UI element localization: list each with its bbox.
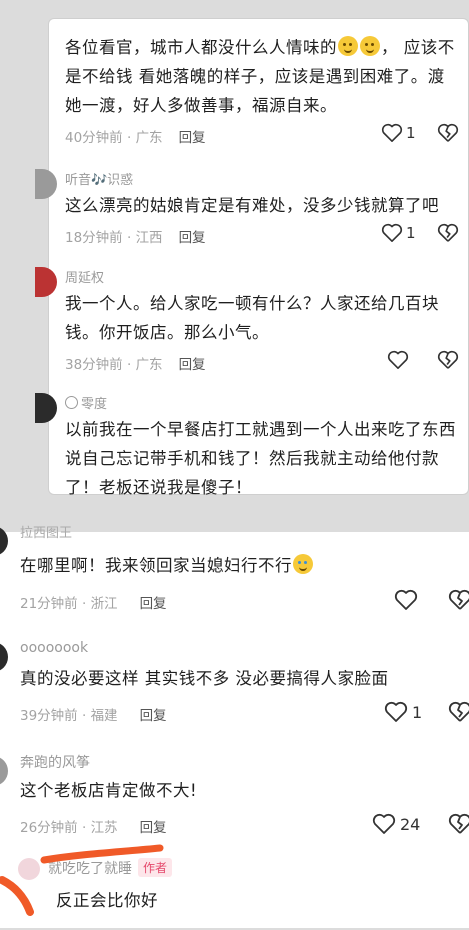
reply-button[interactable]: 回复 [179,130,206,146]
sweat-emoji-icon [360,36,380,56]
comment-time: 18分钟前 [65,230,123,246]
comment-panel-top: 各位看官，城市人都没什么人情味的， 应该不是不给钱 看她落魄的样子，应该是遇到困… [35,18,469,497]
comment-username[interactable]: 零度 [65,393,107,412]
like-button[interactable]: 1 [384,701,422,723]
like-button[interactable]: 1 [381,123,416,143]
comment-text: 这么漂亮的姑娘肯定是有难处，没多少钱就算了吧 [65,196,439,215]
comment-time: 40分钟前 [65,130,123,146]
reply-button[interactable]: 回复 [140,708,167,724]
avatar[interactable] [35,267,57,297]
comment-meta: 39分钟前 · 福建 回复 [20,708,167,724]
heart-icon [381,123,403,142]
comment-text: 在哪里啊！我来领回家当媳妇行不行 [20,551,440,580]
comment-meta: 18分钟前 · 江西 回复 [65,230,206,246]
comment-text-part: 各位看官，城市人都没什么人情味的 [65,38,337,57]
comment-text: 这个老板店肯定做不大! [20,781,198,800]
comment-meta: 21分钟前 · 浙江 回复 [20,596,167,612]
heart-icon [381,223,403,242]
comment-username[interactable]: oooooook [20,640,88,656]
like-count: 24 [400,814,421,834]
comment-time: 38分钟前 [65,357,123,373]
avatar[interactable] [35,169,57,199]
avatar[interactable] [0,642,8,672]
like-button[interactable]: 24 [372,813,420,835]
like-count: 1 [406,124,416,142]
avatar[interactable] [35,393,57,423]
sweat-emoji-icon [338,36,358,56]
heart-icon [387,350,409,369]
comment-location: 福建 [90,708,118,724]
like-button[interactable]: 1 [381,223,416,243]
broken-heart-icon[interactable] [448,589,469,611]
broken-heart-icon[interactable] [448,701,469,723]
comment-location: 浙江 [90,596,118,612]
broken-heart-icon[interactable] [437,123,459,143]
comment-text: 我一个人。给人家吃一顿有什么？人家还给几百块钱。你开饭店。那么小气。 [65,294,439,342]
comment-username[interactable]: 听音🎶识惑 [65,169,133,188]
like-button[interactable] [394,589,418,611]
comment-meta: 38分钟前 · 广东 回复 [65,357,206,373]
comment-text: 以前我在一个早餐店打工就遇到一个人出来吃了东西说自己忘记带手机和钱了！然后我就主… [65,420,456,497]
comment-meta: 40分钟前 · 广东 回复 [65,130,206,146]
heart-icon [372,813,396,834]
comment-username-text: 零度 [81,397,108,412]
crying-emoji-icon [293,554,313,574]
comment-time: 26分钟前 [20,820,78,836]
like-count: 1 [412,702,423,722]
like-button[interactable] [387,350,409,370]
comment-time: 21分钟前 [20,596,78,612]
comment-username[interactable]: 周延权 [65,267,104,286]
like-count: 1 [406,224,416,242]
avatar[interactable] [0,526,8,556]
scribble-mark [0,844,164,916]
reply-button[interactable]: 回复 [140,596,167,612]
comment-meta: 26分钟前 · 江苏 回复 [20,820,167,836]
reply-button[interactable]: 回复 [179,230,206,246]
reply-button[interactable]: 回复 [140,820,167,836]
heart-icon [394,589,418,610]
broken-heart-icon[interactable] [437,350,459,370]
broken-heart-icon[interactable] [437,223,459,243]
heart-icon [384,701,408,722]
comment-text-part: 在哪里啊！我来领回家当媳妇行不行 [20,556,292,575]
broken-heart-icon[interactable] [448,813,469,835]
comment-time: 39分钟前 [20,708,78,724]
comment-username[interactable]: 奔跑的风筝 [20,752,90,772]
comment-text: 真的没必要这样 其实钱不多 没必要搞得人家脸面 [20,669,389,688]
comment-username[interactable]: 拉西图王 [20,522,72,541]
comment-location: 江西 [135,230,163,246]
avatar[interactable] [0,756,8,786]
reply-button[interactable]: 回复 [179,357,206,373]
comment-location: 江苏 [90,820,118,836]
comment-text: 各位看官，城市人都没什么人情味的， 应该不是不给钱 看她落魄的样子，应该是遇到困… [65,33,460,120]
clock-icon [65,396,78,409]
comment-location: 广东 [135,357,163,373]
comment-location: 广东 [135,130,163,146]
